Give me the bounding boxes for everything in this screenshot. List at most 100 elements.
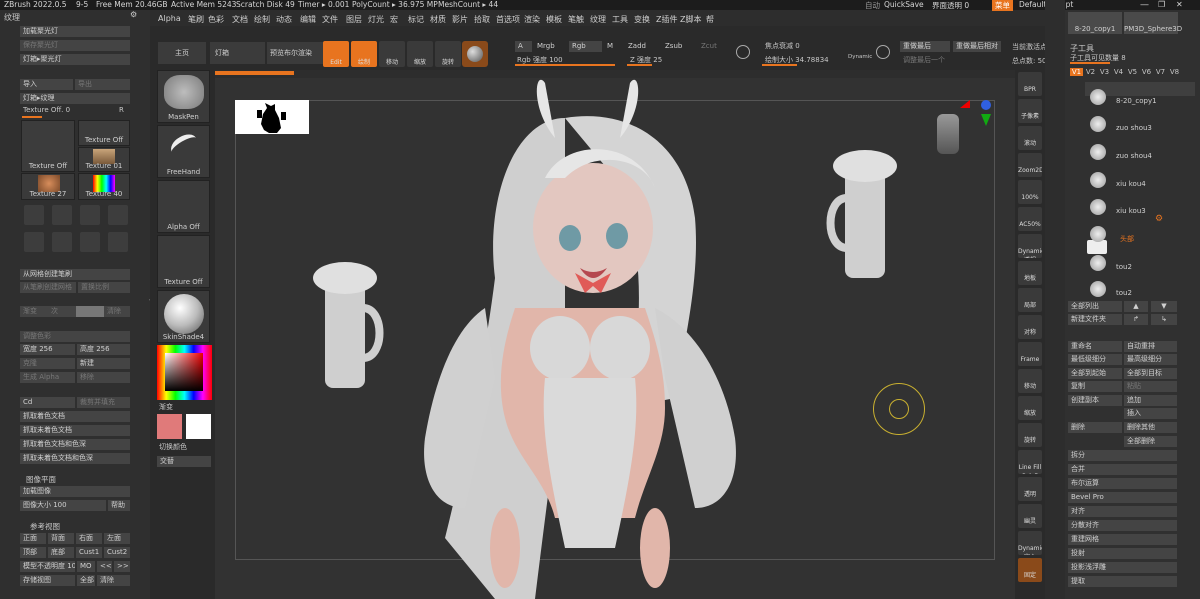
- rotate-button[interactable]: 旋转: [435, 41, 461, 67]
- flip-h-icon[interactable]: [52, 205, 72, 225]
- menu-item-20[interactable]: 工具: [612, 14, 628, 25]
- texture-tile-off-large[interactable]: Texture Off: [21, 120, 75, 172]
- subtool-thumb-2[interactable]: PM3D_Sphere3D: [1124, 12, 1182, 34]
- canvas-viewport[interactable]: [215, 78, 1015, 599]
- menu-item-2[interactable]: 色彩: [208, 14, 224, 25]
- image-plane-header[interactable]: 图像平面: [26, 474, 56, 485]
- list-all-button[interactable]: 全部列出: [1068, 301, 1122, 312]
- adjust-last-slider[interactable]: 调整最后一个: [900, 55, 1001, 66]
- subtool-item[interactable]: zuo shou4: [1116, 152, 1152, 163]
- right-tool-7[interactable]: 地板: [1018, 261, 1042, 285]
- ui-transparency-slider[interactable]: 界面透明 0: [932, 0, 969, 11]
- stroke-freehand[interactable]: FreeHand: [157, 125, 210, 178]
- menu-item-8[interactable]: 图层: [346, 14, 362, 25]
- version-V5[interactable]: V5: [1126, 68, 1139, 76]
- subtool-thumb-icon[interactable]: [1090, 116, 1106, 132]
- version-V1[interactable]: V1: [1070, 68, 1083, 76]
- subtool-section-8[interactable]: 投影浅浮雕: [1068, 562, 1177, 573]
- right-tool-16[interactable]: 幽灵: [1018, 504, 1042, 528]
- save-spotlight-button[interactable]: 保存聚光灯: [20, 40, 130, 51]
- subtool-section-0[interactable]: 拆分: [1068, 450, 1177, 461]
- close-icon[interactable]: ✕: [1176, 0, 1183, 9]
- subtool-thumb-icon[interactable]: [1090, 281, 1106, 297]
- edit-button[interactable]: Edit: [323, 41, 349, 67]
- view-right[interactable]: 右面: [76, 533, 102, 544]
- folder-icon[interactable]: [1087, 240, 1107, 254]
- r-button[interactable]: R: [119, 106, 124, 114]
- subtool-section-5[interactable]: 分散对齐: [1068, 520, 1177, 531]
- scale-button[interactable]: 缩放: [407, 41, 433, 67]
- menu-item-7[interactable]: 文件: [322, 14, 338, 25]
- load-image-button[interactable]: 加载图像: [20, 486, 130, 497]
- menu-item-22[interactable]: Z插件: [656, 14, 677, 25]
- select-icon[interactable]: [108, 205, 128, 225]
- all-button[interactable]: 全部: [77, 575, 95, 586]
- lightbox-spotlight-button[interactable]: 灯箱▸聚光灯: [20, 54, 130, 65]
- width-slider[interactable]: 宽度 256: [20, 344, 75, 355]
- menu-item-9[interactable]: 灯光: [368, 14, 384, 25]
- version-V8[interactable]: V8: [1168, 68, 1181, 76]
- convert-texture-icon[interactable]: [24, 205, 44, 225]
- height-slider[interactable]: 高度 256: [77, 344, 130, 355]
- model-opacity-slider[interactable]: 模型不透明度 10: [20, 561, 75, 572]
- adjust-color-button[interactable]: 调整色彩: [20, 331, 130, 342]
- subtool-item[interactable]: 8-20_copy1: [1116, 97, 1157, 108]
- name-icon[interactable]: [24, 232, 44, 252]
- subtool-item[interactable]: 头部: [1120, 234, 1134, 245]
- view-cust1[interactable]: Cust1: [76, 547, 102, 558]
- menu-item-18[interactable]: 笔触: [568, 14, 584, 25]
- subtool-item[interactable]: tou2: [1116, 289, 1132, 300]
- clear-button[interactable]: 清除: [104, 306, 130, 317]
- subtool-section-9[interactable]: 提取: [1068, 576, 1177, 587]
- navigation-head-gizmo[interactable]: [937, 114, 959, 154]
- version-V2[interactable]: V2: [1084, 68, 1097, 76]
- draw-button[interactable]: 绘制: [351, 41, 377, 67]
- create-mesh-from-brush-button[interactable]: 从笔刷创建网格: [20, 282, 76, 293]
- subtool-action-3-0[interactable]: 复制: [1068, 381, 1122, 392]
- main-color-swatch[interactable]: [157, 414, 182, 439]
- menu-item-0[interactable]: Alpha: [158, 14, 181, 23]
- subtool-action-2-0[interactable]: 全部到起始: [1068, 368, 1122, 379]
- displace-scale-slider[interactable]: 置换比例: [78, 282, 130, 293]
- subtool-action-0-0[interactable]: 重命名: [1068, 341, 1122, 352]
- image-size-slider[interactable]: 图像大小 100: [20, 500, 106, 511]
- remove-button[interactable]: 移除: [77, 372, 130, 383]
- menu-item-13[interactable]: 影片: [452, 14, 468, 25]
- right-tool-14[interactable]: Line Fill PolyF: [1018, 450, 1042, 474]
- times-field[interactable]: 次: [48, 306, 76, 317]
- subtool-action-5-1[interactable]: 插入: [1124, 408, 1177, 419]
- menu-item-17[interactable]: 模板: [546, 14, 562, 25]
- texture-tile-off[interactable]: Texture Off: [78, 120, 130, 146]
- version-V6[interactable]: V6: [1140, 68, 1153, 76]
- right-tool-2[interactable]: 滚动: [1018, 126, 1042, 150]
- alternate-button[interactable]: 交替: [157, 456, 211, 467]
- subtool-thumb-1[interactable]: 8-20_copy1: [1068, 12, 1122, 34]
- right-tool-5[interactable]: AC50%: [1018, 207, 1042, 231]
- zcut-toggle[interactable]: Zcut: [698, 41, 722, 52]
- axis-y-icon[interactable]: [981, 114, 991, 126]
- switch-color-button[interactable]: 切换颜色: [159, 442, 187, 452]
- subtool-section-3[interactable]: Bevel Pro: [1068, 492, 1177, 503]
- move-up-button[interactable]: ▲: [1124, 301, 1148, 312]
- subtool-action-6-0[interactable]: 删除: [1068, 422, 1122, 433]
- view-top[interactable]: 顶部: [20, 547, 46, 558]
- menu-item-21[interactable]: 变换: [634, 14, 650, 25]
- subtool-action-4-0[interactable]: 创建副本: [1068, 395, 1122, 406]
- gear-icon[interactable]: ⚙: [130, 10, 137, 19]
- subtool-thumb-icon[interactable]: [1090, 199, 1106, 215]
- lightbox-texture-button[interactable]: 灯箱▸纹理: [20, 93, 130, 104]
- right-tool-18[interactable]: 固定: [1018, 558, 1042, 582]
- subtool-action-4-1[interactable]: 追加: [1124, 395, 1177, 406]
- version-V4[interactable]: V4: [1112, 68, 1125, 76]
- import-button[interactable]: 导入: [20, 79, 73, 90]
- s-icon[interactable]: [736, 45, 750, 59]
- subtool-thumb-icon[interactable]: [1090, 172, 1106, 188]
- subtool-item[interactable]: xiu kou4: [1116, 180, 1146, 191]
- m-toggle[interactable]: M: [604, 41, 620, 52]
- prev-view-button[interactable]: <<: [97, 561, 112, 572]
- home-tab[interactable]: 主页: [158, 42, 206, 64]
- clone-button[interactable]: 克隆: [20, 358, 75, 369]
- load-spotlight-button[interactable]: 加载聚光灯: [20, 26, 130, 37]
- zadd-toggle[interactable]: Zadd: [625, 41, 658, 52]
- menu-button[interactable]: 菜单: [992, 0, 1013, 11]
